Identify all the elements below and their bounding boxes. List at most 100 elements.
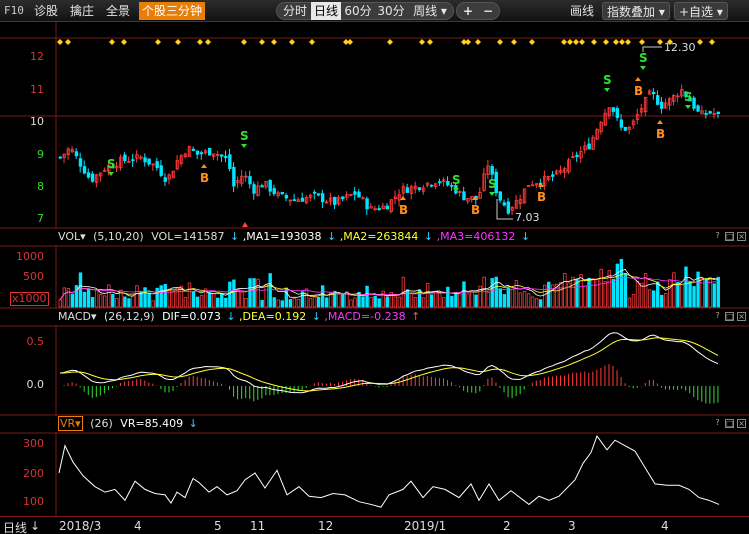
signal-arrow-icon: [453, 188, 459, 192]
candle-body: [526, 185, 531, 187]
maximize-icon[interactable]: □: [725, 312, 734, 321]
price-tick-9: 9: [37, 148, 44, 161]
signal-diamond-icon: [419, 39, 425, 45]
candle-body: [82, 166, 87, 174]
candle-body: [131, 159, 135, 162]
volume-bar: [115, 298, 119, 308]
volume-bar: [300, 291, 305, 308]
volume-bar: [542, 284, 547, 308]
candle-body: [498, 191, 502, 201]
stock-chart-app: F10 诊股 擒庄 全景 个股三分钟 分时 日线 60分 30分 周线 ▾ + …: [0, 0, 749, 534]
date-tick: 4: [134, 519, 142, 533]
volume-bar: [559, 281, 563, 308]
volume-bar: [159, 285, 163, 308]
close-icon[interactable]: ×: [737, 419, 746, 428]
signal-diamond-icon: [109, 39, 115, 45]
signal-arrow-icon: [657, 120, 663, 124]
volume-bar: [615, 263, 620, 308]
volume-bar: [627, 297, 632, 308]
signal-diamond-icon: [603, 39, 609, 45]
vr-line: [58, 435, 720, 508]
volume-bar: [147, 292, 151, 308]
help-icon[interactable]: ?: [713, 312, 722, 321]
period-arrow-icon: ↓: [30, 519, 41, 533]
vol-tick-500: 500: [23, 270, 44, 283]
volume-bar: [325, 297, 329, 308]
candle-body: [405, 187, 410, 193]
volume-bar: [155, 287, 159, 308]
candle-body: [191, 148, 196, 151]
volume-bar: [413, 297, 418, 308]
volume-bar: [276, 299, 280, 308]
maximize-icon[interactable]: □: [725, 419, 734, 428]
candle-body: [502, 202, 507, 206]
volume-bar: [107, 284, 111, 308]
volume-bar: [353, 297, 357, 308]
candle-body: [417, 187, 422, 191]
volume-bar: [409, 293, 414, 308]
help-icon[interactable]: ?: [713, 419, 722, 428]
vr-tick-200: 200: [23, 467, 44, 480]
signal-arrow-icon: [604, 88, 610, 92]
volume-bar: [442, 297, 446, 308]
sell-signal-icon: S: [603, 73, 612, 87]
volume-bar: [381, 290, 385, 308]
maximize-icon[interactable]: □: [725, 232, 734, 241]
volume-bar: [373, 295, 377, 308]
volume-bar: [425, 283, 430, 308]
candle-body: [615, 108, 620, 119]
volume-bar: [365, 285, 369, 308]
volume-bar: [603, 281, 607, 308]
period-label[interactable]: 日线: [3, 519, 27, 534]
volume-bar: [66, 288, 71, 308]
volume-bar: [58, 299, 62, 308]
signal-diamond-icon: [697, 39, 703, 45]
volume-bar: [62, 287, 67, 308]
volume-bar: [82, 291, 87, 308]
volume-bar: [123, 296, 127, 308]
volume-bar: [224, 297, 228, 308]
price-tick-7: 7: [37, 212, 44, 225]
vol-indicator-dropdown[interactable]: VOL▾: [58, 229, 86, 245]
candle-body: [341, 196, 345, 200]
macd-indicator-dropdown[interactable]: MACD▾: [58, 309, 97, 325]
vr-arrow-icon: ↓: [188, 417, 198, 430]
volume-bar: [369, 296, 373, 308]
volume-bar: [308, 298, 313, 308]
vr-indicator-dropdown[interactable]: VR▾: [58, 416, 83, 431]
signal-arrow-icon: [489, 192, 495, 196]
help-icon[interactable]: ?: [713, 232, 722, 241]
volume-bar: [688, 281, 692, 308]
volume-bar: [639, 282, 644, 308]
volume-bar: [127, 298, 131, 308]
signal-diamond-icon: [573, 39, 579, 45]
candle-body: [155, 161, 159, 169]
signal-diamond-icon: [561, 39, 567, 45]
volume-bar: [143, 287, 147, 308]
candle-body: [587, 143, 591, 150]
date-axis-footer: 日线 ↓ 2018/3 4 5 11 12 2019/1 2 3 4: [0, 516, 749, 534]
kline-chart-canvas[interactable]: SBSBSBSBSBSBS: [0, 0, 749, 534]
candle-body: [656, 95, 660, 105]
volume-bar: [651, 290, 656, 308]
candle-body: [268, 180, 272, 192]
sell-signal-icon: S: [639, 51, 648, 65]
volume-bar: [207, 292, 212, 308]
date-tick: 12: [318, 519, 334, 533]
candle-body: [86, 172, 91, 178]
date-tick: 2: [503, 519, 511, 533]
close-icon[interactable]: ×: [737, 232, 746, 241]
volume-bar: [385, 296, 389, 308]
volume-bar: [78, 272, 83, 308]
volume-bar: [280, 300, 285, 308]
sell-signal-icon: S: [107, 157, 116, 171]
vol-panel-header: VOL▾ (5,10,20) VOL=141587 ↓ ,MA1=193038 …: [0, 229, 749, 245]
candle-body: [651, 91, 656, 95]
candle-body: [74, 151, 79, 157]
volume-bar: [506, 287, 511, 308]
candle-body: [692, 97, 696, 109]
close-icon[interactable]: ×: [737, 312, 746, 321]
candle-body: [292, 199, 297, 202]
volume-bar: [199, 295, 204, 308]
volume-bar: [220, 293, 224, 308]
